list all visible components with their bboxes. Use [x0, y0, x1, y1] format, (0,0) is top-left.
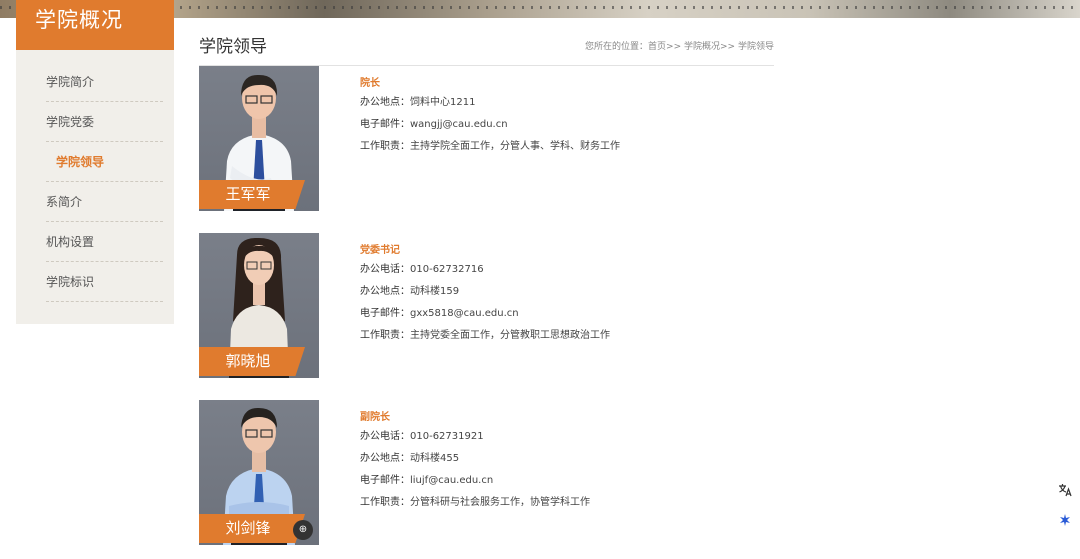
leader-role: 副院长	[360, 412, 390, 423]
leader-name: 王军军	[199, 180, 305, 209]
info-label: 电子邮件：	[360, 119, 410, 130]
leader-card: 王军军 院长 办公地点：饲料中心1211 电子邮件：wangjj@cau.edu…	[199, 66, 774, 211]
info-label: 工作职责：	[360, 330, 410, 341]
leader-name: 郭晓旭	[199, 347, 305, 376]
sidebar-nav: 学院简介 学院党委 学院领导 系简介 机构设置 学院标识	[46, 62, 163, 302]
office-location: 动科楼159	[410, 286, 460, 297]
assistant-glyph	[1060, 514, 1070, 526]
breadcrumb-separator: >>	[720, 42, 736, 52]
info-row: 电子邮件：liujf@cau.edu.cn	[360, 470, 760, 492]
info-row: 工作职责：分管科研与社会服务工作，协管学科工作	[360, 492, 760, 514]
leader-role: 党委书记	[360, 245, 400, 256]
email-link[interactable]: gxx5818@cau.edu.cn	[410, 308, 519, 319]
office-location: 动科楼455	[410, 453, 460, 464]
info-row: 工作职责：主持党委全面工作，分管教职工思想政治工作	[360, 325, 760, 347]
email-link[interactable]: liujf@cau.edu.cn	[410, 475, 493, 486]
leader-card: 郭晓旭 党委书记 办公电话：010-62732716 办公地点：动科楼159 电…	[199, 233, 774, 378]
page-title: 学院领导	[199, 37, 267, 57]
info-label: 电子邮件：	[360, 308, 410, 319]
sidebar-title: 学院概况	[16, 0, 174, 50]
info-label: 办公地点：	[360, 97, 410, 108]
sidebar-item-intro[interactable]: 学院简介	[46, 62, 163, 102]
info-row: 办公地点：饲料中心1211	[360, 92, 760, 114]
info-label: 办公地点：	[360, 453, 410, 464]
sidebar-item-party-committee[interactable]: 学院党委	[46, 102, 163, 142]
breadcrumb-separator: >>	[666, 42, 682, 52]
leader-info: 党委书记 办公电话：010-62732716 办公地点：动科楼159 电子邮件：…	[360, 243, 760, 347]
sidebar: 学院概况 学院简介 学院党委 学院领导 系简介 机构设置 学院标识	[16, 0, 174, 324]
sidebar-item-organization[interactable]: 机构设置	[46, 222, 163, 262]
sidebar-item-departments[interactable]: 系简介	[46, 182, 163, 222]
info-row: 办公电话：010-62731921	[360, 426, 760, 448]
info-label: 电子邮件：	[360, 475, 410, 486]
leader-info: 院长 办公地点：饲料中心1211 电子邮件：wangjj@cau.edu.cn …	[360, 76, 760, 158]
breadcrumb-prefix: 您所在的位置：	[585, 42, 649, 52]
info-row: 电子邮件：gxx5818@cau.edu.cn	[360, 303, 760, 325]
info-row: 工作职责：主持学院全面工作，分管人事、学科、财务工作	[360, 136, 760, 158]
breadcrumb-current[interactable]: 学院领导	[738, 42, 774, 52]
leader-photo: 王军军	[199, 66, 319, 211]
leader-info: 副院长 办公电话：010-62731921 办公地点：动科楼455 电子邮件：l…	[360, 410, 760, 514]
duties: 主持学院全面工作，分管人事、学科、财务工作	[410, 141, 620, 152]
duties: 分管科研与社会服务工作，协管学科工作	[410, 497, 590, 508]
translate-glyph	[1059, 484, 1072, 497]
leader-role: 院长	[360, 78, 380, 89]
email-link[interactable]: wangjj@cau.edu.cn	[410, 119, 508, 130]
info-label: 工作职责：	[360, 141, 410, 152]
info-row: 办公地点：动科楼159	[360, 281, 760, 303]
breadcrumb-home[interactable]: 首页	[648, 42, 666, 52]
leader-photo: 刘剑锋 ⊕	[199, 400, 319, 545]
info-row: 电子邮件：wangjj@cau.edu.cn	[360, 114, 760, 136]
office-location: 饲料中心1211	[410, 97, 476, 108]
duties: 主持党委全面工作，分管教职工思想政治工作	[410, 330, 610, 341]
info-row: 办公地点：动科楼455	[360, 448, 760, 470]
info-label: 办公地点：	[360, 286, 410, 297]
office-phone: 010-62732716	[410, 264, 484, 275]
info-label: 办公电话：	[360, 431, 410, 442]
assistant-icon[interactable]	[1054, 512, 1076, 534]
leader-photo: 郭晓旭	[199, 233, 319, 378]
leader-name: 刘剑锋	[199, 514, 305, 543]
breadcrumb: 您所在的位置：首页>> 学院概况>> 学院领导	[585, 39, 774, 52]
leader-card: 刘剑锋 ⊕ 副院长 办公电话：010-62731921 办公地点：动科楼455 …	[199, 400, 774, 545]
info-label: 工作职责：	[360, 497, 410, 508]
image-search-icon[interactable]: ⊕	[293, 520, 313, 540]
breadcrumb-overview[interactable]: 学院概况	[684, 42, 720, 52]
translate-icon[interactable]	[1054, 482, 1076, 504]
sidebar-item-identity[interactable]: 学院标识	[46, 262, 163, 302]
info-label: 办公电话：	[360, 264, 410, 275]
sidebar-item-leaders[interactable]: 学院领导	[46, 142, 163, 182]
info-row: 办公电话：010-62732716	[360, 259, 760, 281]
office-phone: 010-62731921	[410, 431, 484, 442]
